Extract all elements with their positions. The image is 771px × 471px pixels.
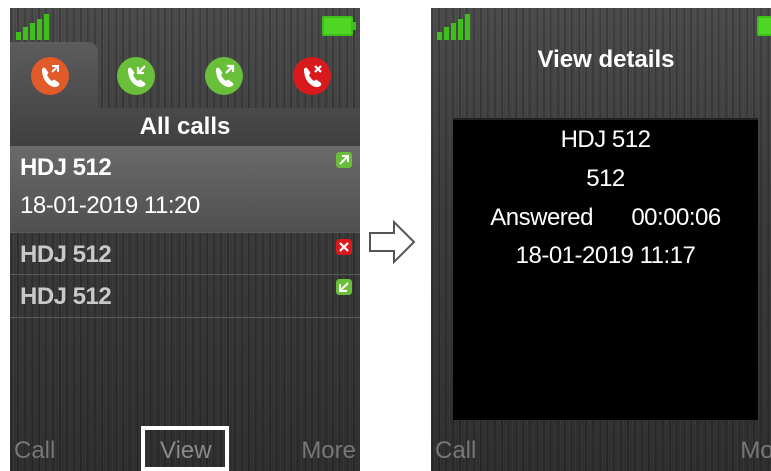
softkey-call[interactable]: Call [435,437,476,465]
signal-strength-icon [437,14,470,40]
detail-call-status: Answered [490,204,593,231]
call-list-screen: All calls HDJ 512 18-01-2019 11:20 HDJ 5… [10,8,360,471]
call-details-screen: View details HDJ 512 512 Answered 00:00:… [431,8,771,471]
tab-all-calls[interactable] [30,56,70,96]
tab-incoming-calls[interactable] [116,56,156,96]
list-title: All calls [10,108,360,146]
detail-datetime: 18-01-2019 11:17 [515,242,696,269]
call-list-item-selected[interactable]: HDJ 512 18-01-2019 11:20 [10,146,360,232]
missed-call-icon [293,57,331,95]
detail-number: 512 [586,165,625,192]
caller-name: HDJ 512 [20,154,112,181]
incoming-call-icon [336,279,352,295]
call-list-item[interactable]: HDJ 512 [10,232,360,275]
next-step-arrow-icon [369,219,416,265]
softkey-call[interactable]: Call [14,437,55,465]
softkey-more[interactable]: More [740,437,771,465]
page-title: View details [537,46,675,73]
tab-missed-calls[interactable] [292,56,332,96]
signal-strength-icon [16,14,49,40]
detail-status-row: Answered 00:00:06 [453,204,758,232]
softkey-more[interactable]: More [301,437,356,465]
all-calls-icon [31,57,69,95]
incoming-call-icon [117,57,155,95]
call-datetime: 18-01-2019 11:20 [20,192,200,219]
tab-outgoing-calls[interactable] [204,56,244,96]
call-list-item[interactable]: HDJ 512 [10,274,360,318]
outgoing-call-icon [205,57,243,95]
caller-name: HDJ 512 [20,241,112,268]
outgoing-call-icon [336,152,352,168]
detail-caller-name: HDJ 512 [560,126,651,153]
caller-name: HDJ 512 [20,283,112,310]
call-details-panel: HDJ 512 512 Answered 00:00:06 18-01-2019… [453,118,758,420]
view-highlight-box [141,426,229,471]
battery-icon [322,16,356,36]
battery-icon [757,16,771,36]
missed-call-icon [336,239,352,255]
detail-call-duration: 00:00:06 [631,204,721,231]
